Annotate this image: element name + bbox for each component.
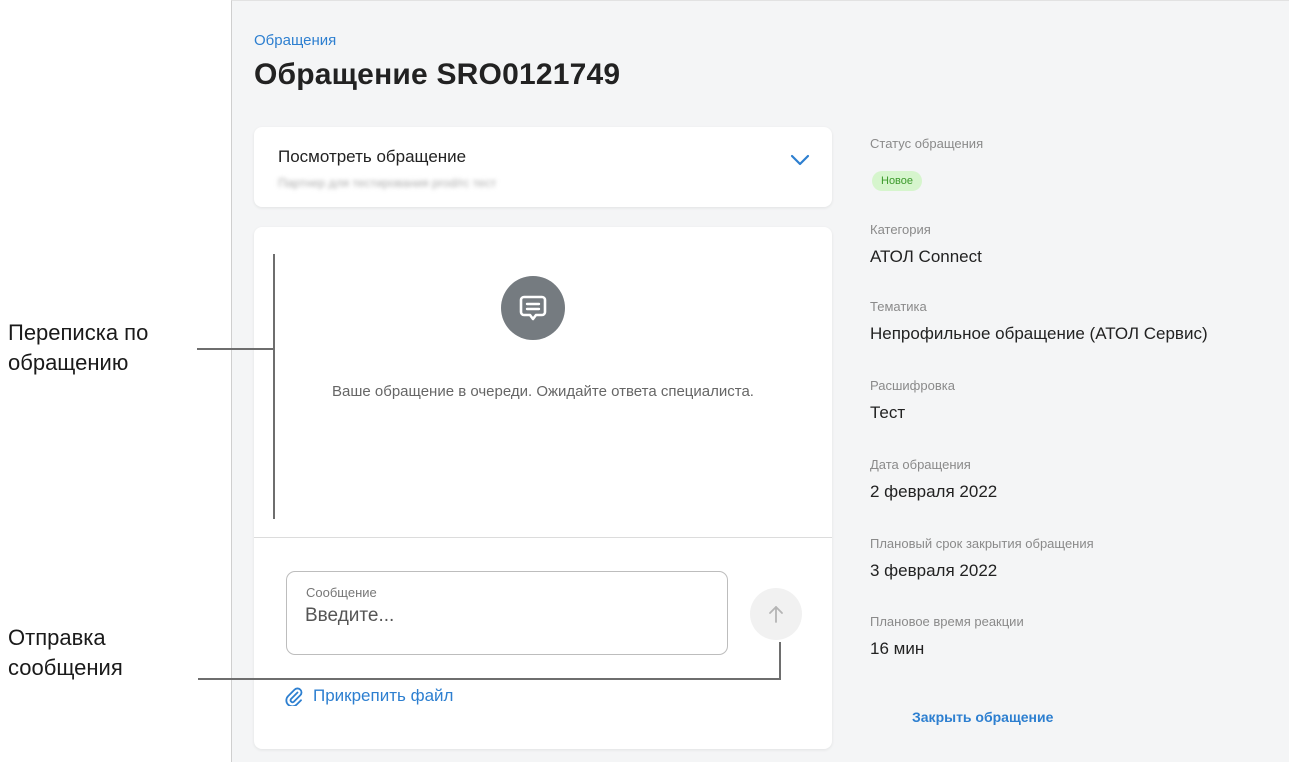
send-button[interactable]: [750, 588, 802, 640]
status-label: Статус обращения: [870, 136, 984, 151]
page-title: Обращение SRO0121749: [254, 58, 621, 91]
chevron-down-icon: [790, 154, 810, 166]
topic-value: Непрофильное обращение (АТОЛ Сервис): [870, 324, 1208, 343]
decoding-value: Тест: [870, 403, 906, 422]
request-date-label: Дата обращения: [870, 457, 971, 472]
chat-divider: [254, 537, 832, 538]
chat-bubble-icon: [501, 276, 565, 340]
request-date-value: 2 февраля 2022: [870, 482, 998, 501]
message-field-label: Сообщение: [306, 585, 377, 600]
topic-label: Тематика: [870, 299, 927, 314]
close-request-button[interactable]: Закрыть обращение: [912, 709, 1053, 725]
reaction-time-value: 16 мин: [870, 639, 925, 658]
arrow-up-icon: [769, 606, 783, 623]
attach-file-label: Прикрепить файл: [313, 686, 454, 705]
breadcrumb-requests[interactable]: Обращения: [254, 32, 336, 49]
annotation-sending-line2: сообщения: [8, 655, 123, 680]
view-request-dropdown[interactable]: Посмотреть обращение Партнер для тестиро…: [254, 127, 832, 207]
message-input[interactable]: [305, 605, 705, 627]
chat-panel: Ваше обращение в очереди. Ожидайте ответ…: [254, 227, 832, 749]
annotation-correspondence-line1: Переписка по: [8, 320, 149, 345]
status-badge: Новое: [872, 171, 923, 191]
view-request-title: Посмотреть обращение: [278, 147, 467, 166]
planned-close-label: Плановый срок закрытия обращения: [870, 536, 1094, 551]
view-request-subtitle: Партнер для тестирования prod/rc тест: [278, 176, 497, 190]
annotation-sending: Отправка сообщения: [8, 623, 123, 683]
annotation-line-correspondence-bracket: [273, 254, 275, 519]
category-value: АТОЛ Connect: [870, 247, 982, 266]
category-label: Категория: [870, 222, 931, 237]
decoding-label: Расшифровка: [870, 378, 955, 393]
request-page: Обращения Обращение SRO0121749 Посмотрет…: [231, 0, 1289, 762]
annotation-sending-line1: Отправка: [8, 625, 106, 650]
planned-close-value: 3 февраля 2022: [870, 561, 998, 580]
annotation-line-correspondence-horizontal: [197, 348, 274, 350]
annotation-correspondence: Переписка по обращению: [8, 318, 148, 378]
attach-file-link[interactable]: Прикрепить файл: [284, 686, 453, 706]
paperclip-icon: [285, 687, 303, 706]
reaction-time-label: Плановое время реакции: [870, 614, 1024, 629]
annotation-correspondence-line2: обращению: [8, 350, 129, 375]
queue-message: Ваше обращение в очереди. Ожидайте ответ…: [332, 383, 754, 400]
annotation-line-sending-vertical: [779, 642, 781, 680]
annotation-line-sending-horizontal: [198, 678, 781, 680]
message-field[interactable]: Сообщение: [286, 571, 728, 655]
